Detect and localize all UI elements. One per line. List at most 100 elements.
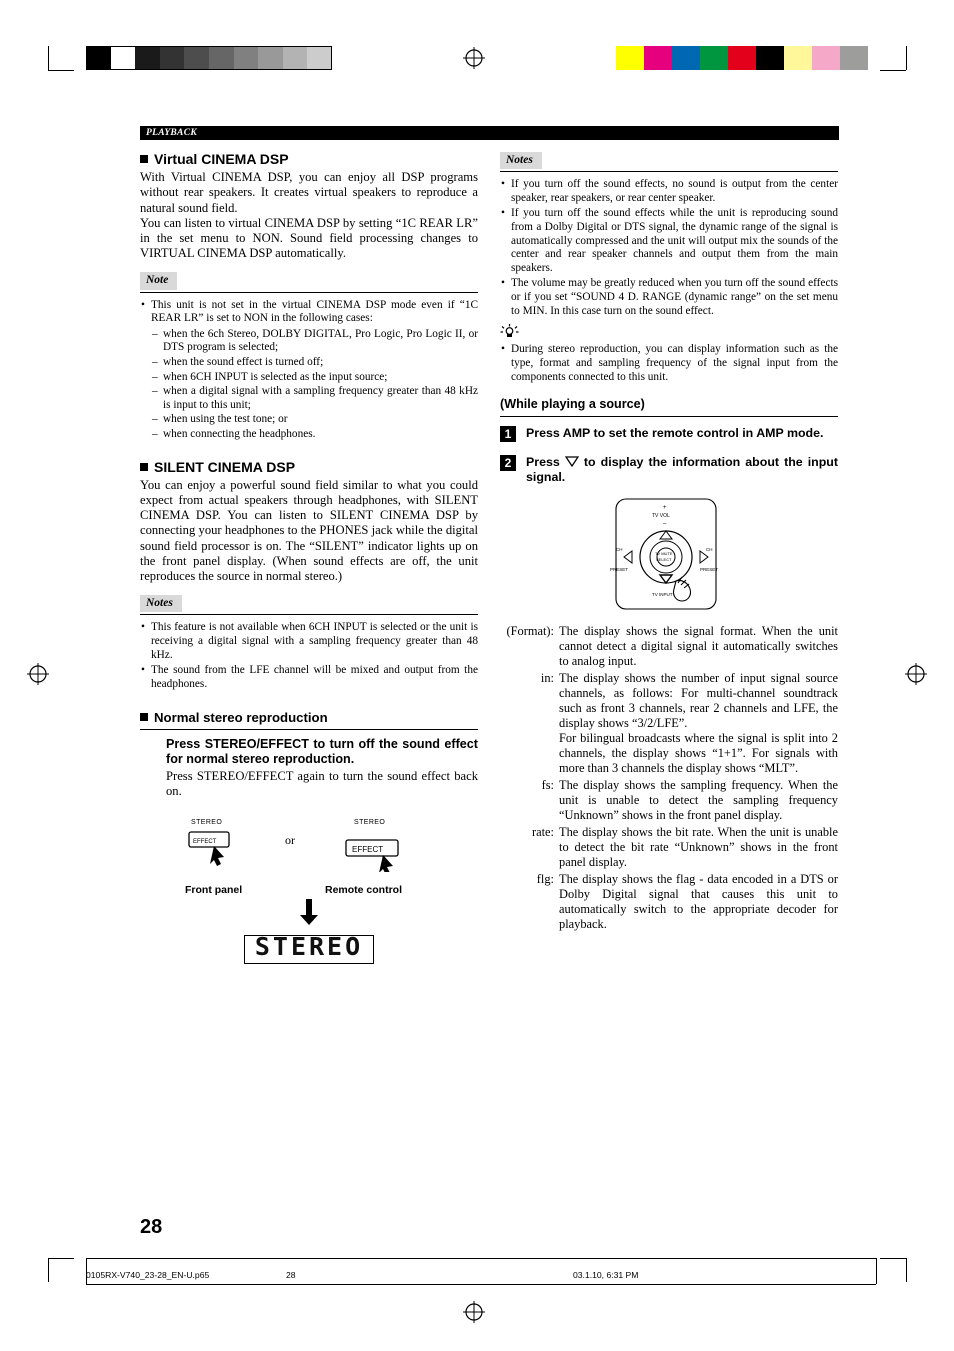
table-row: flg: The display shows the flag - data e… [500, 872, 838, 934]
crop-mark-top-right-v [906, 46, 907, 70]
definition-rate: The display shows the bit rate. When the… [559, 824, 838, 869]
svg-text:EFFECT: EFFECT [193, 839, 217, 845]
bullet-square-icon [140, 155, 148, 163]
svg-text:SELECT: SELECT [656, 557, 672, 562]
definition-fs: The display shows the sampling frequency… [559, 777, 838, 822]
instruction-press-stereo-effect: Press STEREO/EFFECT to turn off the soun… [166, 736, 478, 766]
list-item: If you turn off the sound effects, no so… [500, 178, 838, 205]
notes-list: If you turn off the sound effects, no so… [500, 178, 838, 318]
step-text: Press AMP to set the remote control in A… [526, 426, 824, 441]
definition-flg: The display shows the flag - data encode… [559, 871, 838, 931]
list-item: This unit is not set in the virtual CINE… [140, 299, 478, 326]
svg-text:PRESET: PRESET [700, 567, 718, 572]
crop-mark-bottom-left-v [48, 1258, 49, 1282]
list-item: when the 6ch Stereo, DOLBY DIGITAL, Pro … [151, 328, 478, 355]
term-rate: rate: [531, 824, 554, 839]
footer-date: 03.1.10, 6:31 PM [573, 1270, 639, 1280]
paragraph-stereo-effect-back-on: Press STEREO/EFFECT again to turn the so… [166, 768, 478, 798]
figure-or-label: or [285, 832, 295, 847]
term-flg: flg: [536, 871, 554, 886]
step-text-part-a: Press [526, 454, 560, 469]
list-item: The sound from the LFE channel will be m… [140, 664, 478, 691]
step-2: 2 Press to display the information about… [500, 454, 838, 485]
note-sublist: when the 6ch Stereo, DOLBY DIGITAL, Pro … [151, 328, 478, 442]
color-calibration-bar [616, 46, 868, 70]
svg-text:+: + [663, 505, 667, 511]
crop-mark-bottom-left-h [48, 1258, 74, 1259]
section-header-bar: PLAYBACK [140, 126, 839, 140]
registration-mark-right [904, 662, 928, 686]
svg-text:CH: CH [616, 547, 623, 552]
svg-text:TV INPUT: TV INPUT [652, 592, 673, 597]
definition-format: The display shows the signal format. Whe… [559, 623, 838, 668]
crop-mark-bottom-right-h [880, 1258, 906, 1259]
svg-text:TV MUTE: TV MUTE [655, 551, 673, 556]
registration-mark-bottom [462, 1300, 486, 1324]
note-tag: Note [140, 272, 178, 290]
divider [140, 291, 478, 293]
divider [500, 416, 838, 418]
list-item: when the sound effect is turned off; [151, 356, 478, 370]
color-bar-gray-patch [840, 46, 868, 70]
bullet-square-icon [140, 462, 148, 471]
svg-text:TV VOL: TV VOL [652, 513, 670, 519]
footer-filename: 0105RX-V740_23-28_EN-U.p65 [86, 1270, 210, 1280]
tip-bulb-icon [500, 324, 519, 338]
notes-tag: Notes [140, 595, 182, 613]
table-row: (Format): The display shows the signal f… [500, 623, 839, 671]
footer-rule-top [86, 1258, 876, 1259]
paragraph-silent-dsp: You can enjoy a powerful sound field sim… [140, 477, 478, 583]
step-1: 1 Press AMP to set the remote control in… [500, 426, 838, 443]
notes-tag: Notes [500, 152, 542, 170]
heading-normal-stereo: Normal stereo reproduction [140, 710, 478, 725]
signal-info-definition-list: (Format): The display shows the signal f… [500, 623, 839, 934]
lcd-display-stereo: STEREO [140, 931, 478, 965]
remote-stereo-effect-button-icon: EFFECT [345, 839, 399, 876]
list-item: During stereo reproduction, you can disp… [500, 343, 838, 384]
list-item: when a digital signal with a sampling fr… [151, 385, 478, 412]
right-column: Notes If you turn off the sound effects,… [500, 152, 838, 934]
term-format: (Format): [506, 623, 555, 638]
divider [140, 728, 478, 730]
table-row: fs: The display shows the sampling frequ… [500, 778, 838, 825]
footer-rule-right [876, 1258, 877, 1284]
definition-in: The display shows the number of input si… [559, 670, 838, 775]
remote-control-caption: Remote control [325, 883, 403, 896]
crop-mark-top-right-h [880, 70, 906, 71]
footer-rule-bottom [86, 1284, 876, 1285]
registration-mark-left [26, 662, 50, 686]
divider [500, 171, 838, 173]
list-item: when connecting the headphones. [151, 428, 478, 442]
table-row: in: The display shows the number of inpu… [500, 671, 838, 778]
term-in: in: [540, 670, 554, 685]
svg-text:–: – [663, 521, 667, 527]
heading-while-playing-source: (While playing a source) [500, 397, 645, 412]
paragraph-virtual-dsp-2: You can listen to virtual CINEMA DSP by … [140, 215, 478, 261]
front-panel-stereo-label: STEREO [191, 818, 223, 826]
term-fs: fs: [541, 777, 554, 792]
registration-mark-top [462, 46, 486, 70]
down-cursor-icon [564, 455, 580, 467]
page-number: 28 [140, 1216, 163, 1238]
step-text: Press to display the information about t… [526, 455, 838, 484]
paragraph-virtual-dsp-1: With Virtual CINEMA DSP, you can enjoy a… [140, 170, 478, 215]
step-number: 1 [500, 426, 516, 443]
list-item: This feature is not available when 6CH I… [140, 621, 478, 662]
crop-mark-bottom-right-v [906, 1258, 907, 1282]
step-number: 2 [500, 454, 516, 471]
figure-stereo-effect-buttons: STEREO EFFECT or STEREO EFFECT Front pan… [140, 815, 478, 925]
svg-text:PRESET: PRESET [610, 567, 628, 572]
grayscale-calibration-bar [86, 46, 332, 70]
list-item: when 6CH INPUT is selected as the input … [151, 371, 478, 385]
front-panel-caption: Front panel [185, 883, 243, 896]
lcd-text: STEREO [254, 931, 364, 961]
heading-virtual-cinema-dsp: Virtual CINEMA DSP [140, 151, 478, 167]
notes-list: This feature is not available when 6CH I… [140, 621, 478, 691]
svg-text:CH: CH [706, 547, 713, 552]
tip-list: During stereo reproduction, you can disp… [500, 343, 838, 384]
divider [140, 614, 478, 616]
heading-silent-cinema-dsp: SILENT CINEMA DSP [140, 459, 478, 475]
down-arrow-icon [300, 898, 318, 925]
bullet-square-icon [140, 713, 148, 722]
crop-mark-top-left-v [48, 46, 49, 70]
